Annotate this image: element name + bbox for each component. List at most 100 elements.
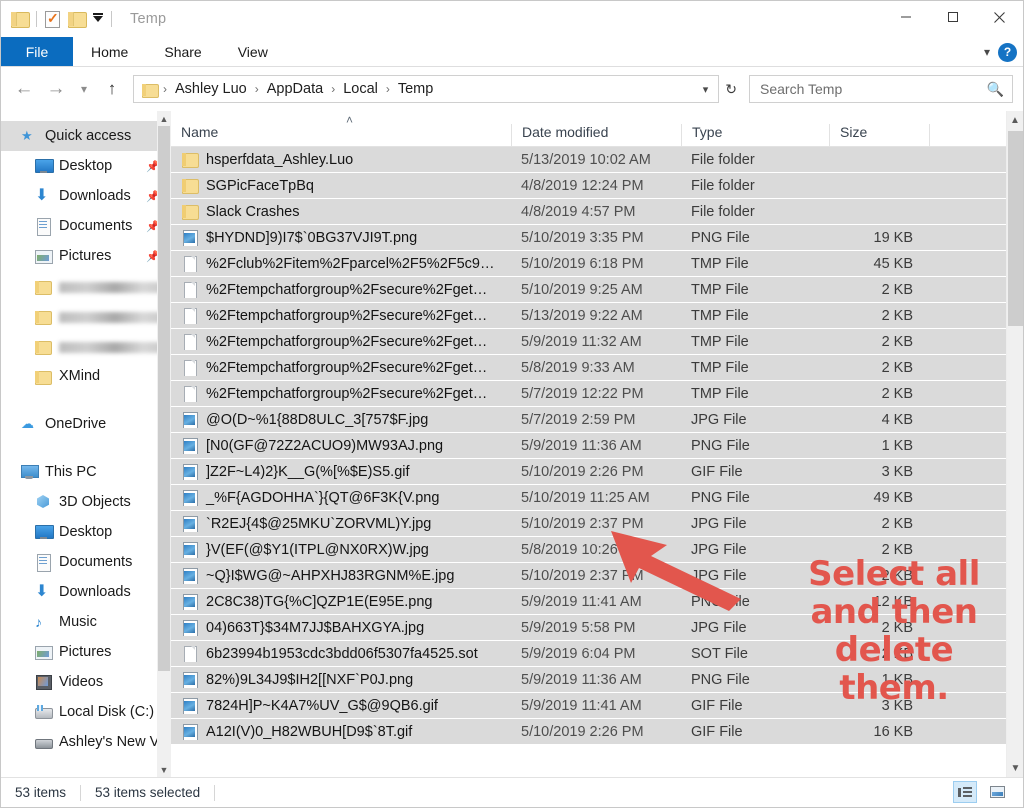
breadcrumb-chevron-down-icon[interactable]: ▾ [697, 83, 715, 96]
file-list-scrollbar[interactable]: ▲ ▼ [1006, 111, 1023, 777]
file-name-cell[interactable]: %2Fclub%2Fitem%2Fparcel%2F5%2F5c9… [171, 256, 511, 272]
refresh-icon[interactable]: ↻ [721, 81, 741, 98]
sidebar-item-xmind[interactable]: XMind [1, 361, 171, 391]
sidebar-item-documents[interactable]: Documents📌 [1, 211, 171, 241]
file-name-cell[interactable]: hsperfdata_Ashley.Luo [171, 152, 511, 168]
file-name-cell[interactable]: %2Ftempchatforgroup%2Fsecure%2Fget… [171, 334, 511, 350]
maximize-button[interactable] [929, 1, 976, 33]
file-name-cell[interactable]: %2Ftempchatforgroup%2Fsecure%2Fget… [171, 360, 511, 376]
sidebar-item-downloads[interactable]: ⬇Downloads📌 [1, 181, 171, 211]
tab-view[interactable]: View [220, 37, 286, 66]
table-row[interactable]: }V(EF(@$Y1(ITPL@NX0RX)W.jpg5/8/2019 10:2… [171, 537, 1006, 563]
table-row[interactable]: %2Ftempchatforgroup%2Fsecure%2Fget…5/9/2… [171, 329, 1006, 355]
table-row[interactable]: ~Q}I$WG@~AHPXHJ83RGNM%E.jpg5/10/2019 2:3… [171, 563, 1006, 589]
file-name-cell[interactable]: 2C8C38)TG{%C]QZP1E(E95E.png [171, 594, 511, 610]
table-row[interactable]: A12I(V)0_H82WBUH[D9$`8T.gif5/10/2019 2:2… [171, 719, 1006, 745]
tab-home[interactable]: Home [73, 37, 146, 66]
details-view-button[interactable] [953, 781, 977, 803]
sidebar-item-3d-objects[interactable]: 3D Objects [1, 487, 171, 517]
sidebar-item-desktop[interactable]: Desktop📌 [1, 151, 171, 181]
list-scroll-down-icon[interactable]: ▼ [1007, 759, 1024, 777]
table-row[interactable]: ]Z2F~L4)2}K__G(%[%$E)S5.gif5/10/2019 2:2… [171, 459, 1006, 485]
list-scroll-up-icon[interactable]: ▲ [1007, 111, 1023, 129]
sidebar-item-this-pc[interactable]: This PC [1, 457, 171, 487]
sidebar-item-redacted-6[interactable] [1, 301, 171, 331]
column-header-size[interactable]: Size [829, 124, 929, 146]
table-row[interactable]: 04)663T}$34M7JJ$BAHXGYA.jpg5/9/2019 5:58… [171, 615, 1006, 641]
nav-scroll-up-icon[interactable]: ▲ [157, 111, 171, 126]
search-input[interactable]: Search Temp [760, 81, 987, 97]
table-row[interactable]: 6b23994b1953cdc3bdd06f5307fa4525.sot5/9/… [171, 641, 1006, 667]
column-header-name[interactable]: Name [171, 124, 511, 146]
large-icons-view-button[interactable] [985, 781, 1009, 803]
table-row[interactable]: $HYDND]9)I7$`0BG37VJI9T.png5/10/2019 3:3… [171, 225, 1006, 251]
sidebar-item-pictures[interactable]: Pictures📌 [1, 241, 171, 271]
file-name-cell[interactable]: %2Ftempchatforgroup%2Fsecure%2Fget… [171, 386, 511, 402]
recent-locations-chevron-down-icon[interactable]: ▾ [73, 74, 95, 104]
file-name-cell[interactable]: `R2EJ{4$@25MKU`ZORVML)Y.jpg [171, 516, 511, 532]
sidebar-item-redacted-7[interactable] [1, 331, 171, 361]
sidebar-item-redacted-5[interactable] [1, 271, 171, 301]
sidebar-item-local-disk-c[interactable]: Local Disk (C:) [1, 697, 171, 727]
nav-scrollbar-thumb[interactable] [158, 126, 170, 671]
file-name-cell[interactable]: Slack Crashes [171, 204, 511, 220]
sidebar-item-desktop[interactable]: Desktop [1, 517, 171, 547]
breadcrumb-item-user[interactable]: Ashley Luo [171, 81, 251, 97]
file-name-cell[interactable]: 04)663T}$34M7JJ$BAHXGYA.jpg [171, 620, 511, 636]
breadcrumb-item-appdata[interactable]: AppData [263, 81, 327, 97]
column-header-date-modified[interactable]: Date modified [511, 124, 681, 146]
file-name-cell[interactable]: ]Z2F~L4)2}K__G(%[%$E)S5.gif [171, 464, 511, 480]
file-name-cell[interactable]: ~Q}I$WG@~AHPXHJ83RGNM%E.jpg [171, 568, 511, 584]
tab-share[interactable]: Share [146, 37, 219, 66]
file-name-cell[interactable]: %2Ftempchatforgroup%2Fsecure%2Fget… [171, 308, 511, 324]
sidebar-item-music[interactable]: ♪Music [1, 607, 171, 637]
file-name-cell[interactable]: SGPicFaceTpBq [171, 178, 511, 194]
file-name-cell[interactable]: $HYDND]9)I7$`0BG37VJI9T.png [171, 230, 511, 246]
breadcrumb-item-temp[interactable]: Temp [394, 81, 437, 97]
forward-arrow-right-icon[interactable]: → [41, 74, 71, 104]
list-scrollbar-thumb[interactable] [1008, 131, 1023, 326]
sidebar-item-downloads[interactable]: ⬇Downloads [1, 577, 171, 607]
table-row[interactable]: @O(D~%1{88D8ULC_3[757$F.jpg5/7/2019 2:59… [171, 407, 1006, 433]
table-row[interactable]: SGPicFaceTpBq4/8/2019 12:24 PMFile folde… [171, 173, 1006, 199]
file-name-cell[interactable]: A12I(V)0_H82WBUH[D9$`8T.gif [171, 724, 511, 740]
customize-qat-chevron-down-icon[interactable] [93, 16, 103, 22]
table-row[interactable]: 82%)9L34J9$IH2[[NXF`P0J.png5/9/2019 11:3… [171, 667, 1006, 693]
table-row[interactable]: %2Ftempchatforgroup%2Fsecure%2Fget…5/13/… [171, 303, 1006, 329]
expand-ribbon-chevron-down-icon[interactable]: ▾ [984, 45, 990, 59]
sidebar-item-quick-access[interactable]: ★Quick access [1, 121, 171, 151]
sidebar-item-onedrive[interactable]: ☁OneDrive [1, 409, 171, 439]
breadcrumb[interactable]: › Ashley Luo › AppData › Local › Temp ▾ [133, 75, 719, 103]
file-name-cell[interactable]: 82%)9L34J9$IH2[[NXF`P0J.png [171, 672, 511, 688]
close-button[interactable] [976, 1, 1023, 33]
sidebar-item-documents[interactable]: Documents [1, 547, 171, 577]
file-name-cell[interactable]: @O(D~%1{88D8ULC_3[757$F.jpg [171, 412, 511, 428]
table-row[interactable]: hsperfdata_Ashley.Luo5/13/2019 10:02 AMF… [171, 147, 1006, 173]
search-icon[interactable]: 🔍 [987, 81, 1004, 98]
file-name-cell[interactable]: %2Ftempchatforgroup%2Fsecure%2Fget… [171, 282, 511, 298]
table-row[interactable]: %2Ftempchatforgroup%2Fsecure%2Fget…5/7/2… [171, 381, 1006, 407]
table-row[interactable]: %2Fclub%2Fitem%2Fparcel%2F5%2F5c9…5/10/2… [171, 251, 1006, 277]
column-header-type[interactable]: Type [681, 124, 829, 146]
sidebar-item-videos[interactable]: Videos [1, 667, 171, 697]
minimize-button[interactable] [882, 1, 929, 33]
table-row[interactable]: [N0(GF@72Z2ACUO9)MW93AJ.png5/9/2019 11:3… [171, 433, 1006, 459]
table-row[interactable]: Slack Crashes4/8/2019 4:57 PMFile folder [171, 199, 1006, 225]
file-name-cell[interactable]: 7824H]P~K4A7%UV_G$@9QB6.gif [171, 698, 511, 714]
properties-icon[interactable] [45, 11, 60, 28]
breadcrumb-item-local[interactable]: Local [339, 81, 382, 97]
up-one-level-arrow-up-icon[interactable]: ↑ [97, 74, 127, 104]
file-name-cell[interactable]: }V(EF(@$Y1(ITPL@NX0RX)W.jpg [171, 542, 511, 558]
search-box[interactable]: Search Temp 🔍 [749, 75, 1013, 103]
file-name-cell[interactable]: [N0(GF@72Z2ACUO9)MW93AJ.png [171, 438, 511, 454]
table-row[interactable]: 2C8C38)TG{%C]QZP1E(E95E.png5/9/2019 11:4… [171, 589, 1006, 615]
file-name-cell[interactable]: 6b23994b1953cdc3bdd06f5307fa4525.sot [171, 646, 511, 662]
back-arrow-left-icon[interactable]: ← [9, 74, 39, 104]
navigation-scrollbar[interactable]: ▲ ▼ [157, 111, 171, 777]
file-name-cell[interactable]: _%F{AGDOHHA`}{QT@6F3K{V.png [171, 490, 511, 506]
tab-file[interactable]: File [1, 37, 73, 66]
table-row[interactable]: %2Ftempchatforgroup%2Fsecure%2Fget…5/8/2… [171, 355, 1006, 381]
table-row[interactable]: %2Ftempchatforgroup%2Fsecure%2Fget…5/10/… [171, 277, 1006, 303]
sidebar-item-ashley-s-new-v[interactable]: Ashley's New V [1, 727, 171, 757]
new-folder-icon[interactable] [68, 12, 85, 26]
